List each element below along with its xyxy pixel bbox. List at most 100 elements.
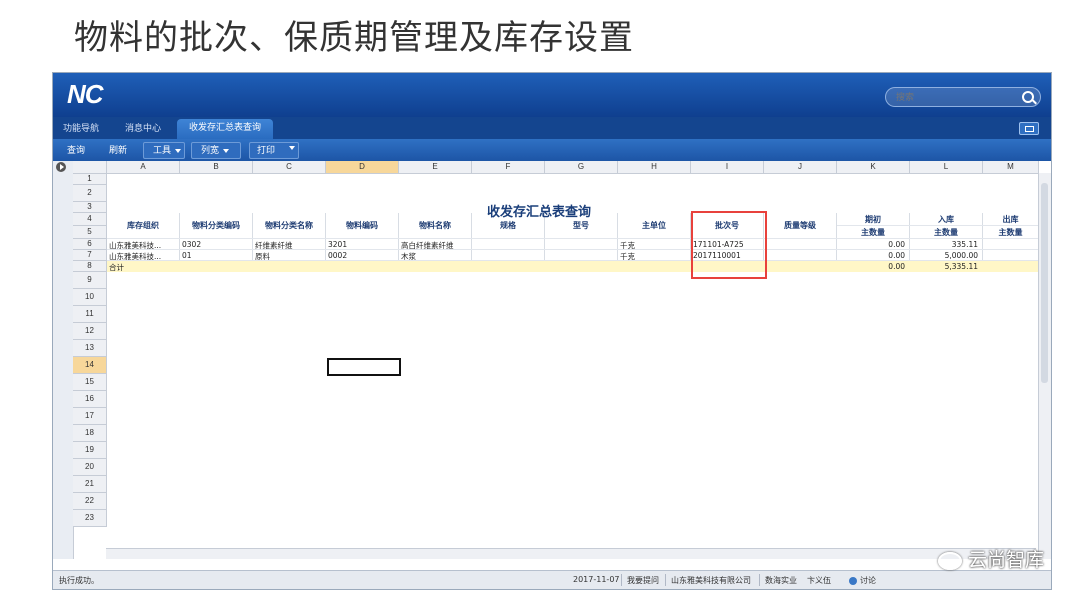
cell-material-code[interactable]: 3201 xyxy=(328,240,396,249)
vertical-scrollbar[interactable] xyxy=(1038,173,1051,559)
batch-column-highlight xyxy=(691,211,767,279)
header-outbound: 出库 xyxy=(1002,215,1019,224)
column-header-j[interactable]: J xyxy=(764,161,837,174)
total-inbound-qty[interactable]: 5,335.11 xyxy=(912,262,978,271)
status-user: 卞义伍 xyxy=(807,576,831,585)
total-opening-qty[interactable]: 0.00 xyxy=(839,262,905,271)
grid-line xyxy=(107,249,1038,250)
print-dropdown[interactable] xyxy=(285,143,295,153)
ask-question-link[interactable]: 我要提问 xyxy=(627,575,659,586)
row-header[interactable]: 20 xyxy=(73,459,107,476)
cell-unit[interactable]: 千克 xyxy=(620,240,688,251)
column-header-k[interactable]: K xyxy=(837,161,910,174)
row-header-active[interactable]: 14 xyxy=(73,357,107,374)
row-header[interactable]: 10 xyxy=(73,289,107,306)
status-dept: 数海实业 xyxy=(765,576,797,585)
wechat-icon xyxy=(937,551,962,570)
row-header[interactable]: 3 xyxy=(73,202,107,213)
cell-material-name[interactable]: 高白纤维素纤维 xyxy=(401,240,469,251)
tab-function-nav[interactable]: 功能导航 xyxy=(63,121,99,134)
row-header[interactable]: 13 xyxy=(73,340,107,357)
header-inbound-qty: 主数量 xyxy=(934,228,958,237)
header-quality-grade: 质量等级 xyxy=(784,221,816,230)
scrollbar-thumb[interactable] xyxy=(1041,183,1048,383)
column-header-m[interactable]: M xyxy=(983,161,1039,174)
row-header[interactable]: 16 xyxy=(73,391,107,408)
cell-category-code[interactable]: 01 xyxy=(182,251,250,260)
row-header[interactable]: 15 xyxy=(73,374,107,391)
sheet-corner xyxy=(53,161,74,559)
header-model: 型号 xyxy=(573,221,589,230)
column-header-g[interactable]: G xyxy=(545,161,618,174)
header-spec: 规格 xyxy=(500,221,516,230)
row-header[interactable]: 21 xyxy=(73,476,107,493)
column-header-corner xyxy=(73,161,107,174)
row-header[interactable]: 22 xyxy=(73,493,107,510)
row-header[interactable]: 23 xyxy=(73,510,107,527)
cell-inbound-qty[interactable]: 335.11 xyxy=(912,240,978,249)
refresh-button[interactable]: 刷新 xyxy=(109,143,127,156)
play-icon[interactable] xyxy=(56,162,66,172)
cell-category-code[interactable]: 0302 xyxy=(182,240,250,249)
header-org: 库存组织 xyxy=(127,221,159,230)
selected-cell[interactable] xyxy=(327,358,401,376)
row-header[interactable]: 8 xyxy=(73,261,107,272)
header-material-name: 物料名称 xyxy=(419,221,451,230)
horizontal-scrollbar[interactable] xyxy=(106,548,1036,559)
status-bar: 执行成功。 2017-11-07 我要提问 山东雅美科技有限公司 数海实业 卞义… xyxy=(53,570,1051,589)
cell-opening-qty[interactable]: 0.00 xyxy=(839,240,905,249)
discuss-button[interactable]: 讨论 xyxy=(849,575,876,586)
cell-inbound-qty[interactable]: 5,000.00 xyxy=(912,251,978,260)
query-button[interactable]: 查询 xyxy=(67,143,85,156)
tab-bar: 功能导航 消息中心 收发存汇总表查询 xyxy=(53,117,1051,139)
row-header[interactable]: 5 xyxy=(73,226,107,239)
chevron-down-icon xyxy=(175,148,182,153)
row-header[interactable]: 11 xyxy=(73,306,107,323)
search-icon[interactable] xyxy=(1022,91,1034,103)
tab-message-center[interactable]: 消息中心 xyxy=(125,121,161,134)
row-header[interactable]: 17 xyxy=(73,408,107,425)
discuss-icon xyxy=(849,576,857,585)
row-header[interactable]: 19 xyxy=(73,442,107,459)
discuss-label: 讨论 xyxy=(860,576,876,585)
cell-category-name[interactable]: 纤维素纤维 xyxy=(255,240,323,251)
tools-menu[interactable]: 工具 xyxy=(153,143,182,156)
layout-menu[interactable]: 列宽 xyxy=(201,143,230,156)
row-header[interactable]: 9 xyxy=(73,272,107,289)
cell-material-code[interactable]: 0002 xyxy=(328,251,396,260)
row-header[interactable]: 12 xyxy=(73,323,107,340)
cell-org[interactable]: 山东雅美科技... xyxy=(109,240,177,251)
column-header-i[interactable]: I xyxy=(691,161,764,174)
status-message: 执行成功。 xyxy=(59,576,99,585)
column-header-e[interactable]: E xyxy=(399,161,472,174)
cell-opening-qty[interactable]: 0.00 xyxy=(839,251,905,260)
search-box[interactable] xyxy=(885,87,1041,107)
row-header[interactable]: 18 xyxy=(73,425,107,442)
column-header-l[interactable]: L xyxy=(910,161,983,174)
header-category-code: 物料分类编码 xyxy=(192,221,240,230)
restore-window-icon[interactable] xyxy=(1019,122,1039,135)
column-header-d[interactable]: D xyxy=(326,161,399,174)
print-button[interactable]: 打印 xyxy=(257,143,275,156)
total-label[interactable]: 合计 xyxy=(109,262,177,273)
report-title: 收发存汇总表查询 xyxy=(487,205,592,220)
watermark: 云尚智库 xyxy=(937,545,1044,572)
row-header[interactable]: 1 xyxy=(73,174,107,185)
row-header[interactable]: 6 xyxy=(73,239,107,250)
divider xyxy=(665,574,666,586)
nc-logo: NC xyxy=(67,79,104,109)
column-header-c[interactable]: C xyxy=(253,161,326,174)
row-header[interactable]: 4 xyxy=(73,213,107,226)
header-opening: 期初 xyxy=(865,215,881,224)
row-header[interactable]: 2 xyxy=(73,185,107,202)
search-input[interactable] xyxy=(894,89,1018,107)
column-header-b[interactable]: B xyxy=(180,161,253,174)
header-outbound-qty: 主数量 xyxy=(998,228,1023,237)
header-material-code: 物料编码 xyxy=(346,221,378,230)
row-header[interactable]: 7 xyxy=(73,250,107,261)
spreadsheet[interactable]: A B C D E F G H I J K L M 1 2 3 4 5 6 7 … xyxy=(53,161,1051,559)
tab-summary-query[interactable]: 收发存汇总表查询 xyxy=(177,119,274,139)
column-header-f[interactable]: F xyxy=(472,161,545,174)
column-header-a[interactable]: A xyxy=(107,161,180,174)
column-header-h[interactable]: H xyxy=(618,161,691,174)
